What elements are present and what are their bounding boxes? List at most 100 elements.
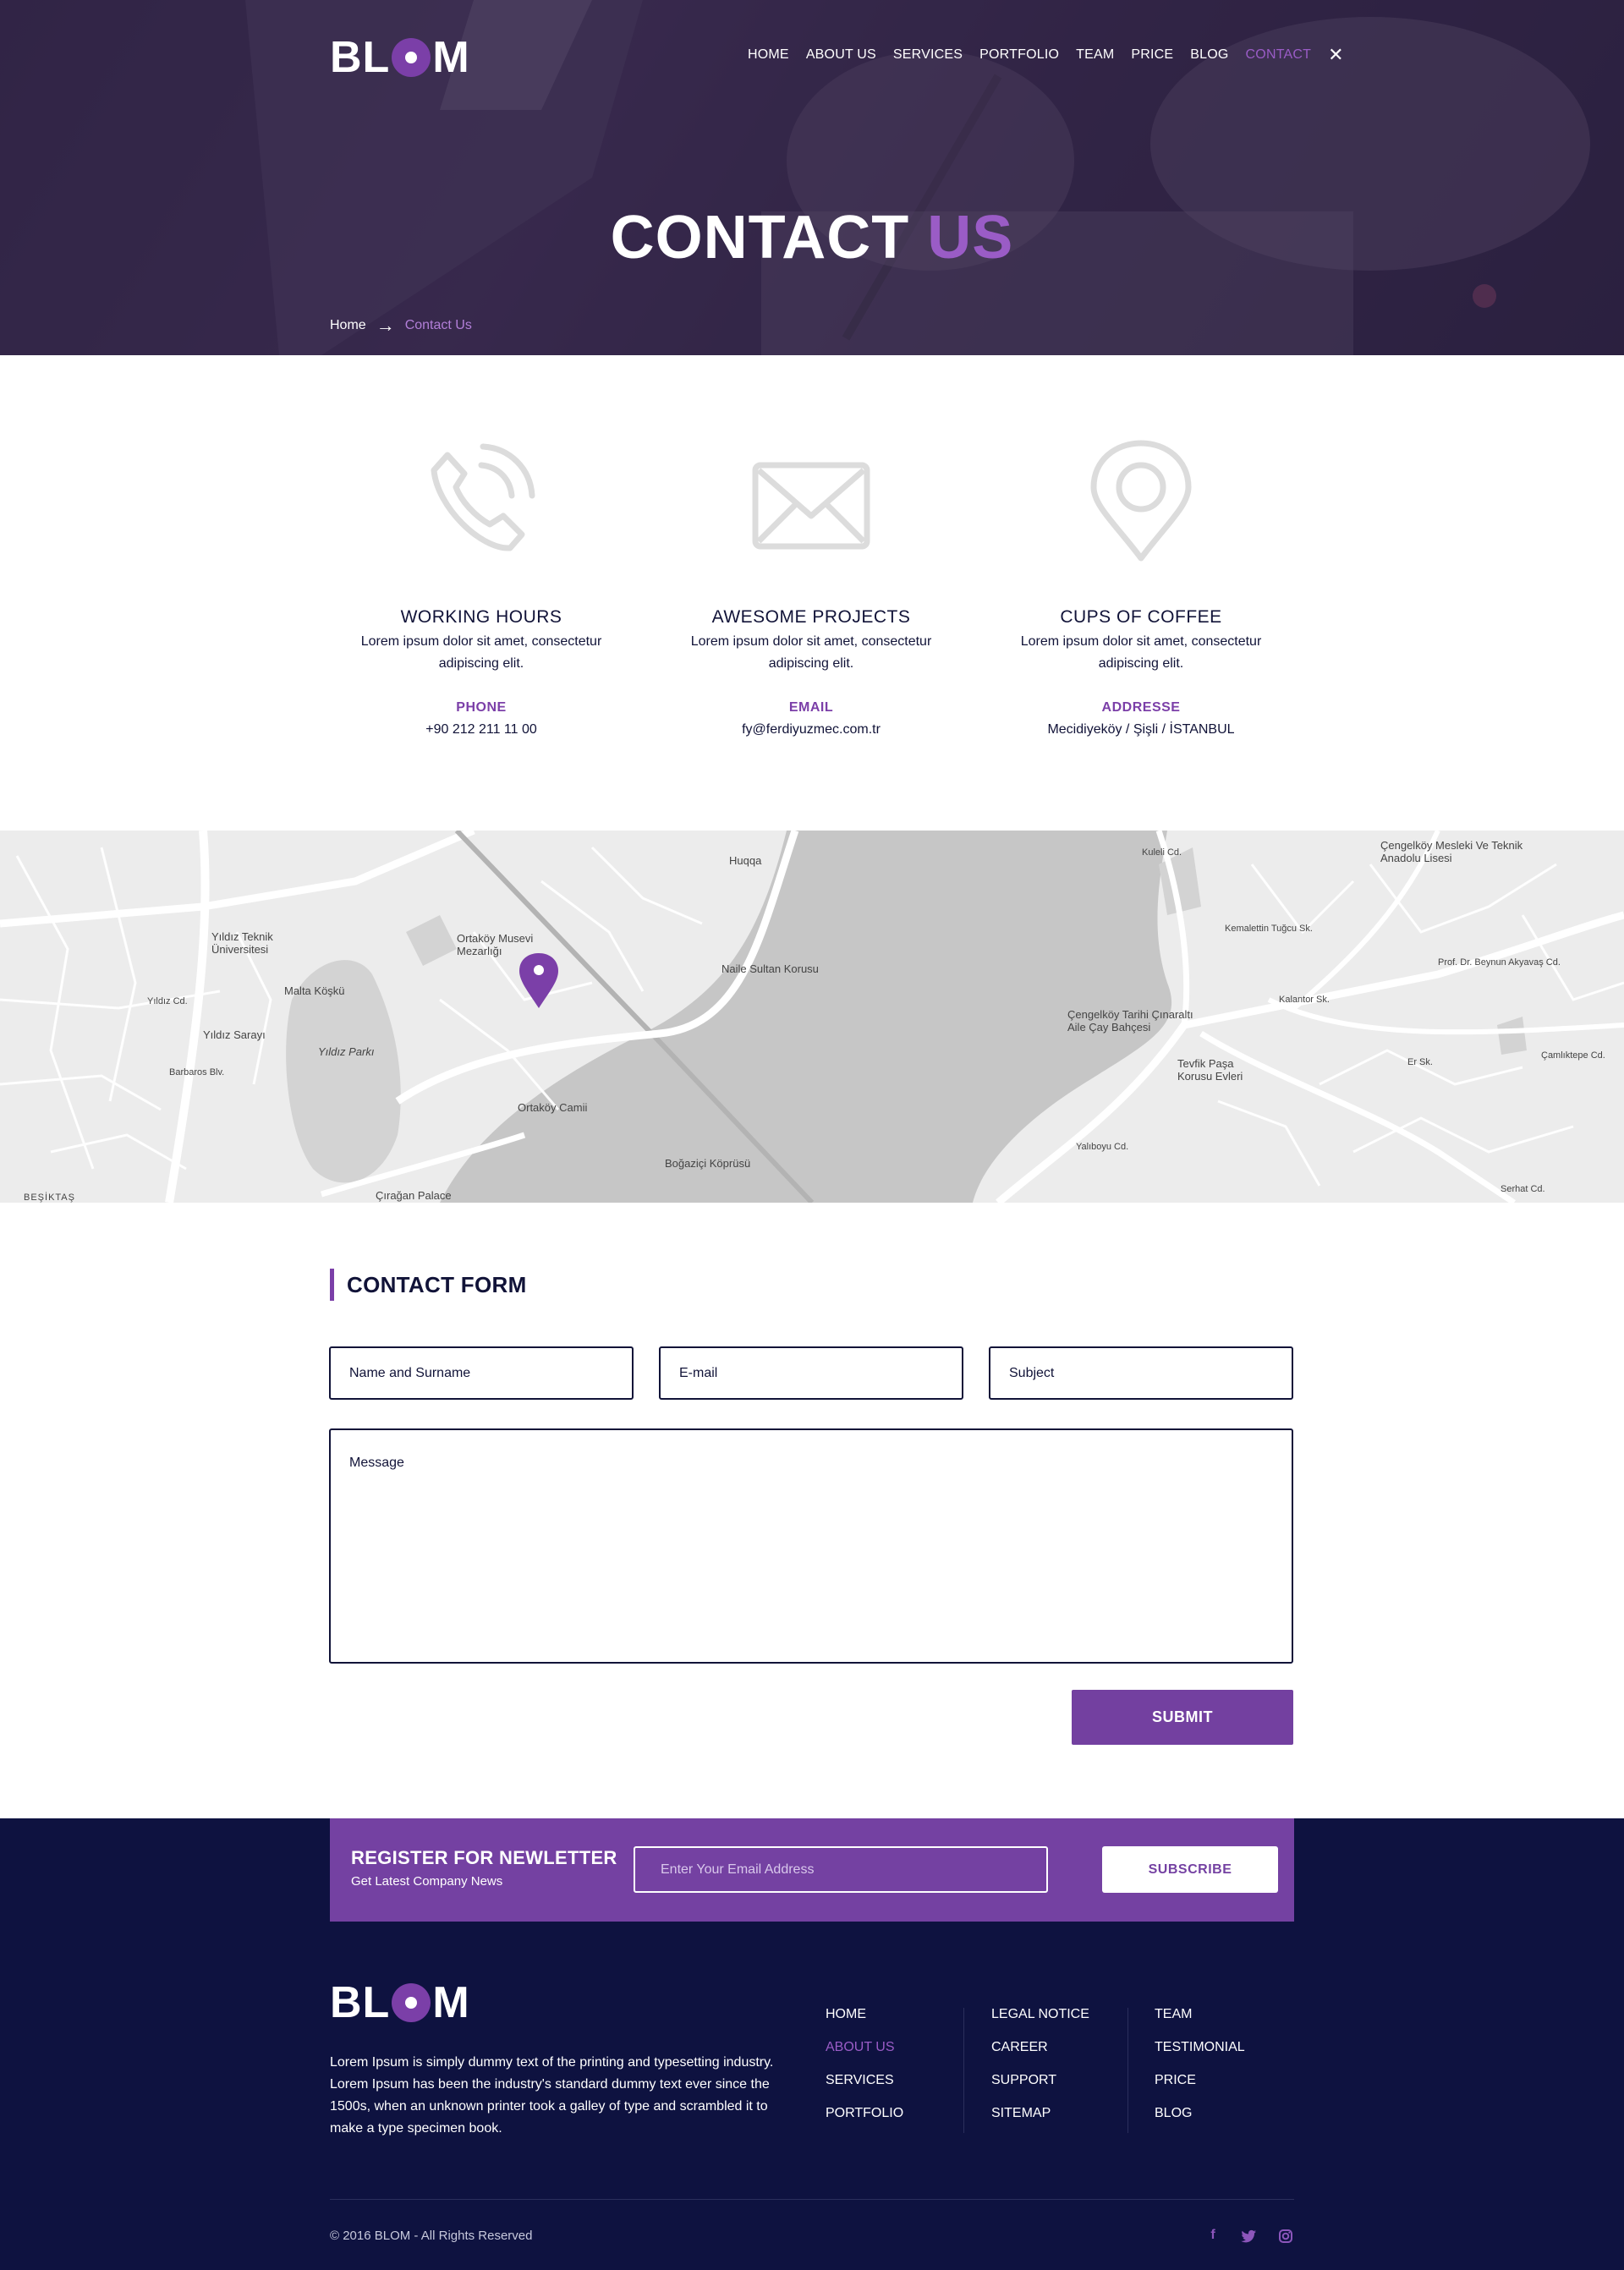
site-footer: REGISTER FOR NEWLETTER Get Latest Compan… [0,1818,1624,2270]
breadcrumb: Home → Contact Us [330,315,472,336]
location-pin-icon [1090,440,1192,562]
map-label: Yıldız Teknik Üniversitesi [211,930,273,956]
nav-contact[interactable]: CONTACT [1246,47,1312,63]
info-label: EMAIL [788,700,834,715]
envelope-icon [752,462,870,550]
map-label: Kalantor Sk. [1279,995,1330,1005]
footer-link-blog[interactable]: BLOG [1155,2105,1245,2138]
email-address[interactable]: fy@ferdiyuzmec.com.tr [659,722,963,737]
footer-link-legal-notice[interactable]: LEGAL NOTICE [991,2006,1089,2039]
footer-link-testimonial[interactable]: TESTIMONIAL [1155,2039,1245,2072]
logo-text-right: M [432,33,470,82]
map-label: Boğaziçi Köprüsü [665,1157,751,1170]
logo-text-right: M [432,1978,470,2027]
nav-blog[interactable]: BLOG [1190,47,1228,63]
address: Mecidiyeköy / Şişli / İSTANBUL [1047,722,1235,737]
logo-text-left: BL [330,1978,391,2027]
close-icon[interactable]: ✕ [1328,46,1343,64]
footer-link-career[interactable]: CAREER [991,2039,1089,2072]
footer-links-col-2: LEGAL NOTICE CAREER SUPPORT SITEMAP [991,2006,1089,2138]
breadcrumb-current: Contact Us [404,318,472,332]
map-label: BEŞİKTAŞ [24,1193,75,1203]
map-label: Naile Sultan Korusu [721,962,819,975]
map-tiles [0,831,1624,1203]
contact-form-title: CONTACT FORM [330,1269,527,1301]
newsletter-banner: REGISTER FOR NEWLETTER Get Latest Compan… [330,1818,1294,1922]
info-description: Lorem ipsum dolor sit amet, consectetur … [360,634,602,671]
map-label: Kuleli Cd. [1142,847,1182,858]
map-label: Prof. Dr. Beynun Akyavaş Cd. [1438,957,1561,968]
footer-link-about-us[interactable]: ABOUT US [826,2039,903,2072]
map-label: Kemalettin Tuğcu Sk. [1225,924,1313,934]
page-title-accent: US [927,204,1014,271]
nav-price[interactable]: PRICE [1131,47,1173,63]
footer-divider [1127,2008,1128,2133]
nav-home[interactable]: HOME [748,47,789,63]
logo-o-icon [392,1983,431,2022]
map-label: Yıldız Cd. [147,996,188,1006]
page-title: CONTACT US [0,203,1624,272]
instagram-icon[interactable] [1277,2228,1294,2245]
info-label: PHONE [456,700,507,715]
nav-about-us[interactable]: ABOUT US [806,47,876,63]
message-textarea[interactable] [329,1428,1293,1664]
map-label: Serhat Cd. [1501,1184,1545,1194]
phone-icon [431,443,535,551]
map-label: Yalıboyu Cd. [1076,1142,1129,1152]
logo-o-icon [392,38,431,77]
twitter-icon[interactable] [1240,2228,1257,2245]
nav-portfolio[interactable]: PORTFOLIO [979,47,1059,63]
info-title: AWESOME PROJECTS [711,607,911,627]
copyright-text: © 2016 BLOM - All Rights Reserved [330,2229,533,2243]
footer-about-text: Lorem Ipsum is simply dummy text of the … [330,2055,774,2136]
map-label: Er Sk. [1407,1057,1433,1067]
arrow-right-icon: → [376,315,395,336]
contact-info-section: WORKING HOURS Lorem ipsum dolor sit amet… [0,355,1624,831]
map-label: Yıldız Sarayı [203,1028,266,1041]
page-title-main: CONTACT [610,204,910,271]
footer-link-team[interactable]: TEAM [1155,2006,1245,2039]
nav-services[interactable]: SERVICES [893,47,963,63]
map-label: Çırağan Palace [376,1189,452,1202]
hero-section: BL M HOME ABOUT US SERVICES PORTFOLIO TE… [0,0,1624,355]
footer-links-col-3: TEAM TESTIMONIAL PRICE BLOG [1155,2006,1245,2138]
facebook-icon[interactable]: f [1204,2228,1221,2245]
map-label: Ortaköy Musevi Mezarlığı [457,932,534,957]
map-label: Tevfik Paşa Korusu Evleri [1177,1057,1243,1083]
footer-link-price[interactable]: PRICE [1155,2072,1245,2105]
main-nav: HOME ABOUT US SERVICES PORTFOLIO TEAM PR… [748,46,1344,64]
submit-button[interactable]: SUBMIT [1072,1690,1293,1745]
footer-link-support[interactable]: SUPPORT [991,2072,1089,2105]
info-description: Lorem ipsum dolor sit amet, consectetur … [1020,634,1262,671]
footer-link-services[interactable]: SERVICES [826,2072,903,2105]
breadcrumb-home[interactable]: Home [330,318,366,333]
footer-logo[interactable]: BL M [330,1977,470,2028]
subject-input[interactable] [989,1346,1293,1400]
subscribe-button[interactable]: SUBSCRIBE [1102,1846,1278,1893]
location-map[interactable]: Huqqa Naile Sultan Korusu Ortaköy Musevi… [0,831,1624,1203]
footer-link-home[interactable]: HOME [826,2006,903,2039]
newsletter-email-input[interactable] [634,1846,1048,1893]
footer-links-col-1: HOME ABOUT US SERVICES PORTFOLIO [826,2006,903,2138]
phone-number[interactable]: +90 212 211 11 00 [329,722,634,737]
site-logo[interactable]: BL M [330,32,470,83]
info-description: Lorem ipsum dolor sit amet, consectetur … [690,634,932,671]
map-label: Malta Köşkü [284,984,345,997]
map-label: Çengelköy Mesleki Ve Teknik Anadolu Lise… [1380,839,1523,864]
footer-divider [963,2008,964,2133]
info-label: ADDRESSE [1101,700,1181,715]
footer-divider-line [330,2199,1294,2200]
newsletter-subtitle: Get Latest Company News [351,1874,503,1889]
map-label: Huqqa [729,854,762,867]
email-input[interactable] [659,1346,963,1400]
footer-link-portfolio[interactable]: PORTFOLIO [826,2105,903,2138]
footer-link-sitemap[interactable]: SITEMAP [991,2105,1089,2138]
map-label: Ortaköy Camii [518,1101,588,1114]
name-input[interactable] [329,1346,634,1400]
info-title: CUPS OF COFFEE [1060,607,1222,627]
map-label: Barbaros Blv. [169,1067,225,1077]
info-title: WORKING HOURS [400,607,562,627]
nav-team[interactable]: TEAM [1076,47,1114,63]
newsletter-title: REGISTER FOR NEWLETTER [351,1847,617,1868]
map-label: Yıldız Parkı [318,1045,375,1058]
